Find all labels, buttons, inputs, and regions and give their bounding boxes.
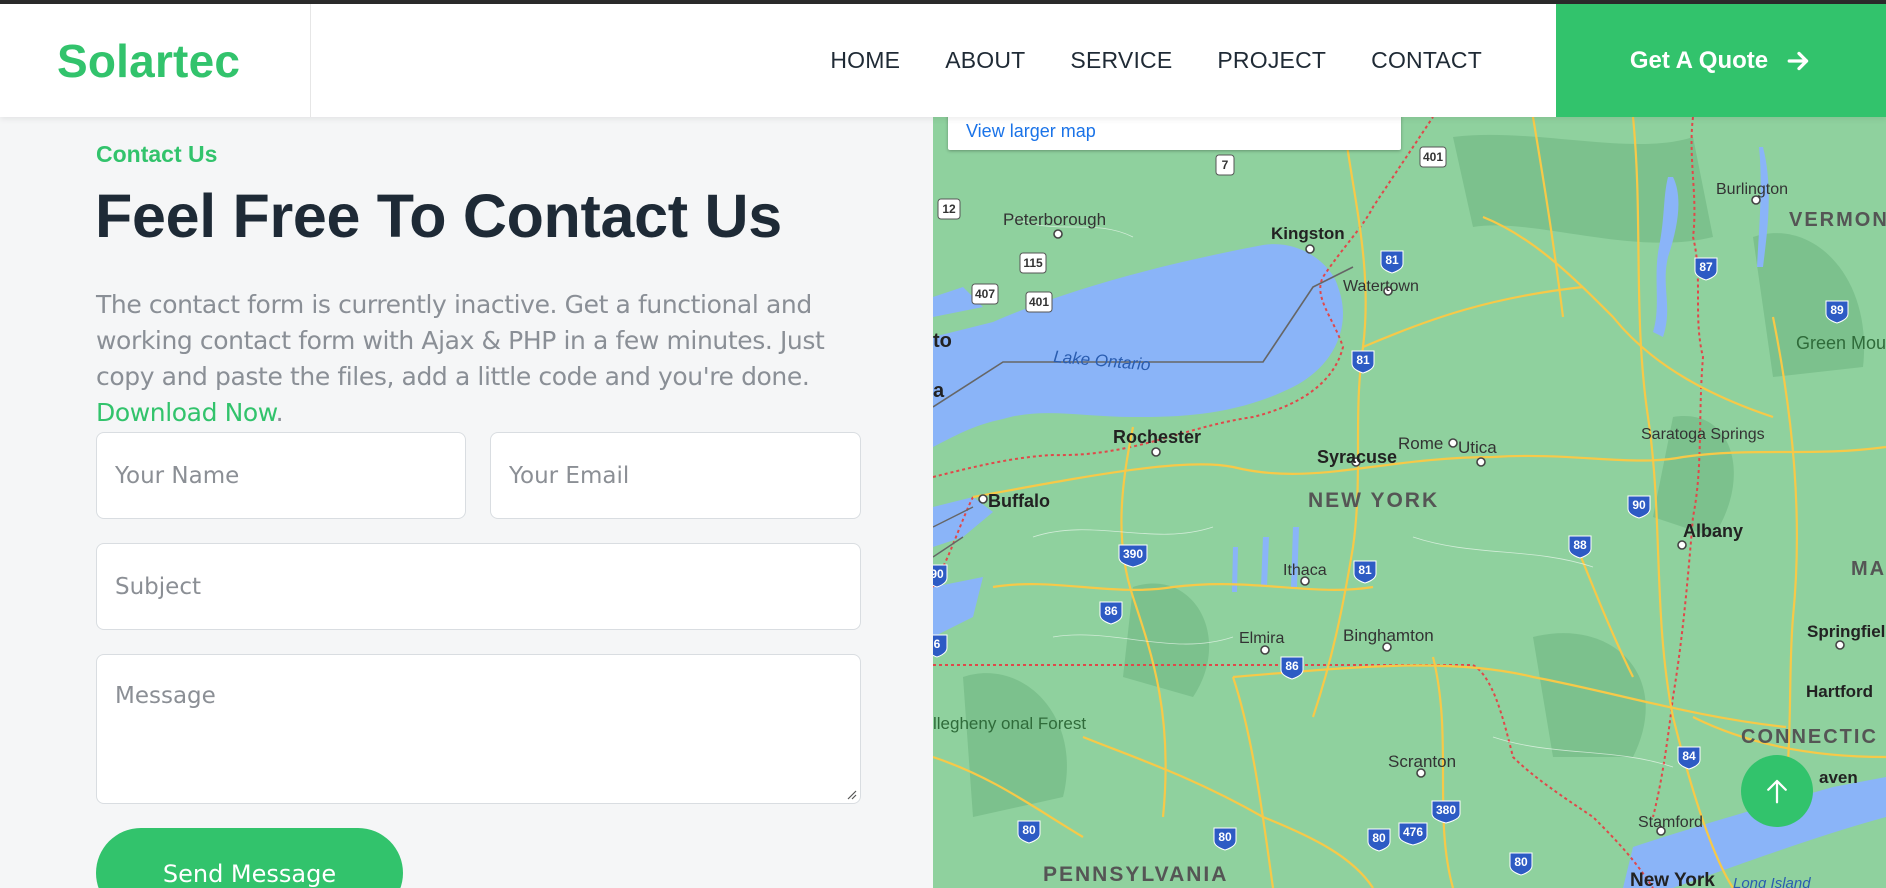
arrow-up-icon <box>1767 779 1787 804</box>
name-field[interactable]: Your Name <box>96 432 466 519</box>
message-field[interactable]: Message <box>96 654 861 804</box>
label-new-york-city: New York <box>1630 870 1715 888</box>
svg-text:80: 80 <box>1514 855 1528 869</box>
svg-text:80: 80 <box>1372 831 1386 845</box>
label-springfield: Springfiel <box>1807 622 1885 641</box>
label-scranton: Scranton <box>1388 752 1456 771</box>
section-eyebrow: Contact Us <box>96 141 218 167</box>
svg-text:90: 90 <box>1632 498 1646 512</box>
email-field[interactable]: Your Email <box>490 432 861 519</box>
svg-text:90: 90 <box>933 567 944 581</box>
svg-text:407: 407 <box>975 287 995 301</box>
svg-text:81: 81 <box>1356 353 1370 367</box>
label-binghamton: Binghamton <box>1343 626 1434 645</box>
view-larger-map-link[interactable]: View larger map <box>966 121 1096 142</box>
label-syracuse: Syracuse <box>1317 447 1397 467</box>
contact-section: Contact Us Feel Free To Contact Us The c… <box>0 117 933 888</box>
svg-text:88: 88 <box>1573 538 1587 552</box>
svg-text:6: 6 <box>934 637 941 651</box>
map-canvas[interactable]: 7 401 12 115 407 401 81 87 89 81 90 390 … <box>933 117 1886 888</box>
back-to-top-button[interactable] <box>1741 755 1813 827</box>
label-allegheny: llegheny onal Forest <box>933 714 1086 733</box>
label-burlington: Burlington <box>1716 181 1788 198</box>
svg-text:87: 87 <box>1699 260 1713 274</box>
svg-text:390: 390 <box>1123 547 1143 561</box>
svg-text:115: 115 <box>1023 256 1043 270</box>
map-embed[interactable]: 7 401 12 115 407 401 81 87 89 81 90 390 … <box>933 117 1886 888</box>
nav-service[interactable]: SERVICE <box>1070 47 1172 74</box>
arrow-right-icon <box>1787 51 1809 70</box>
label-watertown: Watertown <box>1343 278 1419 295</box>
label-elmira: Elmira <box>1239 630 1284 647</box>
svg-text:81: 81 <box>1358 563 1372 577</box>
label-rochester: Rochester <box>1113 427 1201 447</box>
label-peterborough: Peterborough <box>1003 210 1106 229</box>
label-utica: Utica <box>1458 438 1497 457</box>
svg-text:12: 12 <box>942 202 956 216</box>
label-kingston: Kingston <box>1271 224 1345 243</box>
svg-text:81: 81 <box>1385 253 1399 267</box>
label-a: a <box>933 380 945 402</box>
name-placeholder: Your Name <box>115 462 240 489</box>
label-vermont: VERMONT <box>1789 209 1886 231</box>
get-a-quote-label: Get A Quote <box>1629 46 1769 74</box>
svg-text:401: 401 <box>1423 150 1443 164</box>
nav-contact[interactable]: CONTACT <box>1371 47 1482 74</box>
label-to: to <box>933 330 952 352</box>
svg-text:80: 80 <box>1218 830 1232 844</box>
download-now-link[interactable]: Download Now <box>96 398 276 427</box>
svg-text:476: 476 <box>1403 825 1423 839</box>
brand-logo-text[interactable]: Solartec <box>57 34 240 88</box>
label-buffalo: Buffalo <box>988 491 1050 511</box>
svg-text:86: 86 <box>1285 659 1299 673</box>
get-a-quote-button[interactable]: Get A Quote <box>1556 4 1886 117</box>
description-text: The contact form is currently inactive. … <box>96 290 825 391</box>
label-long-island: Long Island <box>1733 875 1811 888</box>
svg-text:401: 401 <box>1029 295 1049 309</box>
label-ithaca: Ithaca <box>1283 562 1327 579</box>
nav-project[interactable]: PROJECT <box>1217 47 1326 74</box>
nav-menu: HOME ABOUT SERVICE PROJECT CONTACT <box>830 4 1482 117</box>
message-placeholder: Message <box>115 683 216 709</box>
label-saratoga: Saratoga Springs <box>1641 426 1765 443</box>
page-title: Feel Free To Contact Us <box>95 182 782 250</box>
label-pennsylvania: PENNSYLVANIA <box>1043 863 1228 886</box>
navbar: Solartec HOME ABOUT SERVICE PROJECT CONT… <box>0 4 1886 117</box>
contact-description: The contact form is currently inactive. … <box>96 290 825 427</box>
svg-text:380: 380 <box>1436 803 1456 817</box>
svg-text:86: 86 <box>1104 604 1118 618</box>
label-mas: MAS <box>1851 558 1886 580</box>
brand[interactable]: Solartec <box>0 4 311 117</box>
label-new-york-state: NEW YORK <box>1308 489 1439 512</box>
svg-text:7: 7 <box>1222 158 1229 172</box>
subject-field[interactable]: Subject <box>96 543 861 630</box>
svg-text:89: 89 <box>1830 303 1844 317</box>
svg-text:80: 80 <box>1022 823 1036 837</box>
label-green-mountain: Green Mountain National Forest <box>1796 333 1886 353</box>
label-connecticut: CONNECTIC <box>1741 726 1878 748</box>
resize-handle-icon[interactable] <box>845 788 857 800</box>
label-rome: Rome <box>1398 434 1443 453</box>
svg-text:84: 84 <box>1682 749 1696 763</box>
nav-home[interactable]: HOME <box>830 47 900 74</box>
label-hartford: Hartford <box>1806 682 1873 701</box>
send-message-label: Send Message <box>162 860 337 888</box>
email-placeholder: Your Email <box>509 462 630 489</box>
send-message-button[interactable]: Send Message <box>96 828 403 888</box>
subject-placeholder: Subject <box>115 573 201 600</box>
label-albany: Albany <box>1683 521 1743 541</box>
label-stamford: Stamford <box>1638 814 1703 831</box>
nav-about[interactable]: ABOUT <box>945 47 1025 74</box>
map-info-card: View larger map <box>948 117 1401 150</box>
label-haven: aven <box>1819 768 1858 787</box>
